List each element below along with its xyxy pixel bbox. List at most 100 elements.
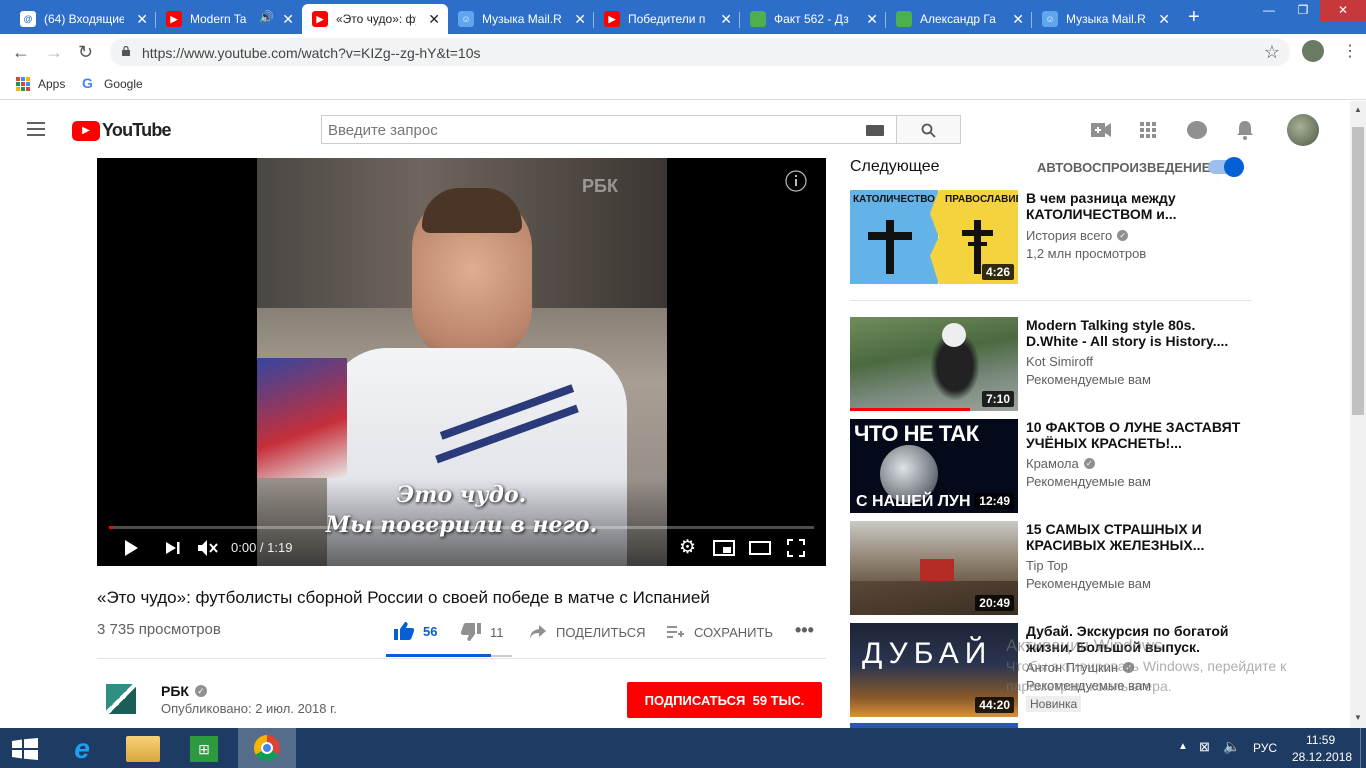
close-icon[interactable]: ✕ [1158, 11, 1170, 28]
close-icon[interactable]: ✕ [574, 11, 586, 28]
chrome-taskbar-button[interactable] [238, 728, 296, 768]
network-icon[interactable]: ⊠ [1199, 739, 1210, 755]
save-button[interactable]: СОХРАНИТЬ [666, 624, 773, 640]
file-explorer-icon[interactable] [126, 736, 160, 762]
zen-icon [896, 11, 912, 27]
sidebar-video[interactable]: ЧТО НЕ ТАК С НАШЕЙ ЛУН 12:49 10 ФАКТОВ О… [850, 419, 1250, 515]
youtube-logo[interactable]: ▶ YouTube [72, 120, 172, 141]
reload-icon[interactable]: ↻ [78, 42, 93, 63]
video-thumbnail[interactable]: 7:10 [850, 317, 1018, 411]
close-icon[interactable]: ✕ [866, 11, 878, 28]
view-count: 3 735 просмотров [97, 621, 221, 638]
notifications-bell-icon[interactable] [1236, 120, 1254, 140]
channel-avatar[interactable] [106, 684, 136, 714]
channel-name[interactable]: Крамола [1026, 456, 1079, 471]
keyboard-icon[interactable] [866, 125, 884, 136]
mute-icon[interactable] [197, 538, 219, 558]
back-icon[interactable]: ← [12, 42, 30, 63]
hamburger-menu-icon[interactable] [27, 122, 45, 136]
fullscreen-icon[interactable] [787, 539, 805, 557]
close-icon[interactable]: ✕ [282, 11, 294, 28]
close-icon[interactable]: ✕ [428, 11, 440, 28]
mail-icon: @ [20, 11, 36, 27]
sidebar-video[interactable]: 7:10 Modern Talking style 80s. D.White - … [850, 317, 1250, 413]
youtube-icon: ▶ [604, 11, 620, 27]
show-desktop-button[interactable] [1360, 728, 1366, 768]
language-indicator[interactable]: РУС [1253, 741, 1277, 755]
video-title: 15 САМЫХ СТРАШНЫХ И КРАСИВЫХ ЖЕЛЕЗНЫХ... [1026, 521, 1205, 553]
video-thumbnail[interactable]: 20:49 [850, 521, 1018, 615]
new-tab-button[interactable]: + [1188, 6, 1200, 29]
apps-icon[interactable] [1140, 122, 1156, 138]
menu-kebab-icon[interactable]: ⋮ [1342, 41, 1358, 61]
browser-tab[interactable]: Факт 562 - Дз ✕ [740, 4, 886, 34]
like-button[interactable]: 56 [393, 621, 437, 641]
windows-start-icon[interactable] [12, 738, 38, 760]
more-actions-icon[interactable]: ••• [795, 620, 814, 641]
bookmark-star-icon[interactable]: ☆ [1264, 42, 1280, 63]
restore-icon[interactable]: ❐ [1286, 0, 1320, 22]
bookmark-apps[interactable]: Apps [38, 77, 65, 91]
watched-progress [850, 408, 970, 411]
video-meta: Рекомендуемые вам [1026, 372, 1151, 387]
browser-tab[interactable]: Александр Га ✕ [886, 4, 1032, 34]
miniplayer-icon[interactable] [713, 540, 735, 556]
scroll-up-icon[interactable]: ▲ [1354, 105, 1362, 114]
channel-name[interactable]: История всего [1026, 228, 1112, 243]
page-scrollbar[interactable]: ▲ ▼ [1350, 101, 1366, 728]
channel-name[interactable]: Tip Top [1026, 558, 1068, 573]
settings-gear-icon[interactable]: ⚙ [679, 536, 696, 559]
close-window-icon[interactable]: ✕ [1320, 0, 1366, 22]
browser-tab[interactable]: ▶ Победители п ✕ [594, 4, 740, 34]
sidebar-video[interactable]: 20:49 15 САМЫХ СТРАШНЫХ И КРАСИВЫХ ЖЕЛЕЗН… [850, 521, 1250, 617]
close-icon[interactable]: ✕ [720, 11, 732, 28]
video-thumbnail[interactable]: ДУБАЙ 44:20 [850, 623, 1018, 717]
internet-explorer-icon[interactable]: e [62, 732, 102, 766]
bookmark-google[interactable]: Google [104, 77, 143, 91]
progress-bar[interactable] [109, 526, 814, 529]
video-thumbnail[interactable]: ЧТО НЕ ТАК С НАШЕЙ ЛУН 12:49 [850, 419, 1018, 513]
browser-tab[interactable]: ☺ Музыка Mail.Ru ✕ [448, 4, 594, 34]
browser-tab[interactable]: @ (64) Входящие ✕ [10, 4, 156, 34]
search-input[interactable]: Введите запрос [321, 115, 897, 144]
browser-tab-active[interactable]: ▶ «Это чудо»: фу ✕ [302, 4, 448, 34]
tray-chevron-icon[interactable]: ▲ [1178, 741, 1188, 752]
store-icon[interactable]: ⊞ [190, 736, 218, 762]
dislike-button[interactable]: 11 [460, 622, 504, 642]
progress-fill [109, 526, 113, 529]
profile-avatar[interactable] [1302, 40, 1324, 62]
sidebar-video[interactable]: КАТОЛИЧЕСТВО ПРАВОСЛАВИЕ 4:26 В чем разн… [850, 190, 1250, 286]
autoplay-toggle[interactable] [1208, 157, 1244, 177]
video-title: 10 ФАКТОВ О ЛУНЕ ЗАСТАВЯТ УЧЁНЫХ КРАСНЕТЬ… [1026, 419, 1241, 451]
clock-time[interactable]: 11:59 [1306, 733, 1335, 747]
theater-mode-icon[interactable] [749, 541, 771, 555]
browser-tab[interactable]: ▶ Modern Ta 🔊 ✕ [156, 4, 302, 34]
upload-video-icon[interactable] [1091, 123, 1111, 137]
close-icon[interactable]: ✕ [136, 11, 148, 28]
channel-name-row[interactable]: РБК ✓ [161, 683, 207, 699]
forward-icon[interactable]: → [45, 42, 63, 63]
video-thumbnail[interactable]: КАТОЛИЧЕСТВО ПРАВОСЛАВИЕ 4:26 [850, 190, 1018, 284]
play-icon[interactable] [123, 539, 139, 557]
channel-name[interactable]: Kot Simiroff [1026, 354, 1093, 369]
address-bar[interactable]: https://www.youtube.com/watch?v=KIZg--zg… [110, 38, 1290, 66]
search-button[interactable] [896, 115, 961, 144]
minimize-icon[interactable]: — [1252, 0, 1286, 22]
scrollbar-thumb[interactable] [1352, 127, 1364, 415]
scroll-down-icon[interactable]: ▼ [1354, 713, 1362, 722]
share-button[interactable]: ПОДЕЛИТЬСЯ [529, 624, 645, 640]
clock-date[interactable]: 28.12.2018 [1292, 750, 1352, 764]
volume-icon[interactable]: 🔈 [1223, 738, 1240, 755]
subscribe-button[interactable]: ПОДПИСАТЬСЯ 59 ТЫС. [627, 682, 822, 718]
close-icon[interactable]: ✕ [1012, 11, 1024, 28]
user-avatar[interactable] [1287, 114, 1319, 146]
video-subtitle-2: Мы поверили в него. [325, 512, 598, 538]
like-ratio-bar-dislikes [491, 655, 512, 657]
info-icon[interactable] [785, 170, 807, 192]
apps-grid-icon [16, 77, 30, 91]
next-icon[interactable] [165, 541, 181, 555]
speaker-icon[interactable]: 🔊 [259, 10, 274, 24]
browser-tab[interactable]: ☺ Музыка Mail.R ✕ [1032, 4, 1178, 34]
messages-icon[interactable] [1187, 121, 1207, 139]
video-player[interactable]: РБК Это чудо. Мы поверили в него. 0:00 /… [97, 158, 826, 566]
